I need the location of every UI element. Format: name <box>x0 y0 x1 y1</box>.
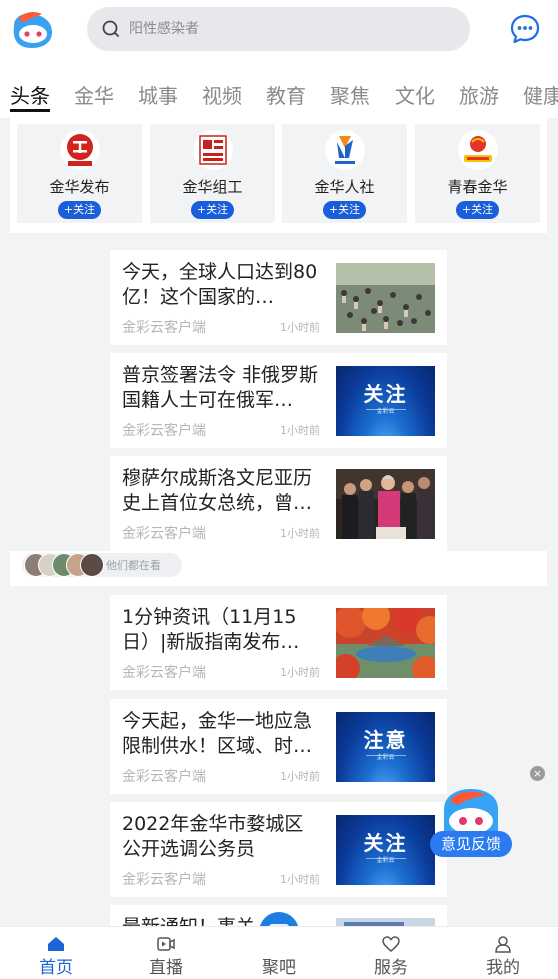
search-bar[interactable] <box>87 7 470 51</box>
message-icon[interactable] <box>509 13 541 45</box>
news-card[interactable]: 1分钟资讯（11月15日）|新版指南发布… 金彩云客户端 1小时前 <box>110 595 447 690</box>
account-recommendations: 金华发布 +关注 金华组工 +关注 金华人社 +关注 青春金华 +关注 <box>10 114 547 233</box>
avatar <box>80 553 104 577</box>
mascot-icon <box>444 789 498 837</box>
news-time: 1小时前 <box>280 527 320 540</box>
news-title: 今天起，金华一地应急限制供水！区域、时… <box>122 710 313 757</box>
follow-button[interactable]: +关注 <box>191 201 234 219</box>
news-card[interactable]: 普京签署法令 非俄罗斯国籍人士可在俄军… 金彩云客户端 1小时前 关注 金彩云 <box>110 353 447 448</box>
jinhua-zugong-logo-icon <box>199 135 227 165</box>
news-title: 2022年金华市婺城区公开选调公务员 <box>122 813 304 860</box>
news-title: 穆萨尔成斯洛文尼亚历史上首位女总统，曾… <box>122 467 313 514</box>
thumbnail-brand: 金彩云 <box>376 408 395 415</box>
thumbnail-caption: 关注 <box>363 831 408 855</box>
feedback-float-button[interactable]: 意见反馈 <box>428 787 514 862</box>
active-tab-indicator <box>10 109 50 112</box>
news-time: 1小时前 <box>280 666 320 679</box>
news-thumbnail: 关注 金彩云 <box>336 366 435 436</box>
user-icon <box>495 936 511 953</box>
account-logo <box>193 130 233 170</box>
tab-video[interactable]: 视频 <box>202 80 242 109</box>
thumbnail-caption: 注意 <box>363 728 408 752</box>
app-screen: 头条 金华 城事 视频 教育 聚焦 文化 旅游 健康 金华发布 <box>0 0 558 979</box>
search-input[interactable] <box>129 21 429 37</box>
channel-tabs: 头条 金华 城事 视频 教育 聚焦 文化 旅游 健康 <box>0 80 558 114</box>
news-thumbnail <box>336 263 435 333</box>
news-title: 普京签署法令 非俄罗斯国籍人士可在俄军… <box>122 364 319 411</box>
home-icon <box>48 937 64 951</box>
account-card-qingchun-jinhua[interactable]: 青春金华 +关注 <box>415 124 540 223</box>
follow-button[interactable]: +关注 <box>58 201 101 219</box>
thumbnail-brand: 金彩云 <box>376 754 395 761</box>
jinhua-renshe-logo-icon <box>335 136 355 164</box>
heart-icon <box>382 936 400 952</box>
news-time: 1小时前 <box>280 424 320 437</box>
account-name: 金华人社 <box>314 178 375 196</box>
nav-label: 直播 <box>149 958 183 978</box>
news-source: 金彩云客户端 <box>122 665 206 681</box>
news-card[interactable]: 穆萨尔成斯洛文尼亚历史上首位女总统，曾… 金彩云客户端 1小时前 <box>110 456 447 551</box>
tab-education[interactable]: 教育 <box>266 80 306 109</box>
nav-label: 服务 <box>374 958 408 978</box>
account-logo <box>458 130 498 170</box>
nav-mine[interactable]: 我的 <box>447 927 558 979</box>
news-source: 金彩云客户端 <box>122 320 206 336</box>
news-source: 金彩云客户端 <box>122 872 206 888</box>
nav-label: 我的 <box>486 958 520 978</box>
nav-service[interactable]: 服务 <box>335 927 447 979</box>
news-time: 1小时前 <box>280 770 320 783</box>
qingchun-jinhua-logo-icon <box>464 136 492 162</box>
thumbnail-brand: 金彩云 <box>376 857 395 864</box>
news-source: 金彩云客户端 <box>122 526 206 542</box>
others-watching-strip[interactable]: 他们都在看 <box>10 551 547 586</box>
news-card[interactable]: 今天，全球人口达到80亿！这个国家的… 金彩云客户端 1小时前 <box>110 250 447 345</box>
feedback-label: 意见反馈 <box>430 831 512 857</box>
tab-city[interactable]: 城事 <box>138 80 178 109</box>
news-thumbnail <box>336 608 435 678</box>
account-logo <box>325 130 365 170</box>
account-card-jinhua-zugong[interactable]: 金华组工 +关注 <box>150 124 275 223</box>
jinhua-fabu-logo-icon <box>67 134 93 166</box>
account-name: 金华组工 <box>182 178 243 196</box>
follow-button[interactable]: +关注 <box>456 201 499 219</box>
search-icon <box>102 20 119 37</box>
news-time: 1小时前 <box>280 873 320 886</box>
top-header: 头条 金华 城事 视频 教育 聚焦 文化 旅游 健康 <box>0 0 558 118</box>
thumbnail-caption: 关注 <box>363 382 408 406</box>
bottom-nav: 首页 直播 聚吧 服务 我的 <box>0 926 558 979</box>
app-logo-icon[interactable] <box>8 10 56 50</box>
nav-live[interactable]: 直播 <box>110 927 222 979</box>
account-card-jinhua-fabu[interactable]: 金华发布 +关注 <box>17 124 142 223</box>
news-card[interactable]: 2022年金华市婺城区公开选调公务员 金彩云客户端 1小时前 关注 金彩云 <box>110 802 447 897</box>
news-title: 1分钟资讯（11月15日）|新版指南发布… <box>122 606 300 653</box>
tab-toutiao[interactable]: 头条 <box>10 80 50 109</box>
nav-home[interactable]: 首页 <box>0 927 112 979</box>
close-feedback-button[interactable]: × <box>530 766 545 781</box>
tab-jinhua[interactable]: 金华 <box>74 80 114 109</box>
news-time: 1小时前 <box>280 321 320 334</box>
news-thumbnail: 关注 金彩云 <box>336 815 435 885</box>
account-name: 金华发布 <box>49 178 110 196</box>
tab-health[interactable]: 健康 <box>523 80 558 109</box>
account-name: 青春金华 <box>447 178 508 196</box>
news-card[interactable]: 今天起，金华一地应急限制供水！区域、时… 金彩云客户端 1小时前 注意 金彩云 <box>110 699 447 794</box>
tab-focus[interactable]: 聚焦 <box>330 80 370 109</box>
news-title: 今天，全球人口达到80亿！这个国家的… <box>122 261 318 308</box>
nav-juba[interactable]: 聚吧 <box>223 927 335 979</box>
account-card-jinhua-renshe[interactable]: 金华人社 +关注 <box>282 124 407 223</box>
news-source: 金彩云客户端 <box>122 423 206 439</box>
news-thumbnail <box>336 469 435 539</box>
nav-label: 聚吧 <box>262 958 296 978</box>
video-icon <box>157 937 175 951</box>
watching-label: 他们都在看 <box>106 559 161 572</box>
news-thumbnail: 注意 金彩云 <box>336 712 435 782</box>
follow-button[interactable]: +关注 <box>323 201 366 219</box>
account-logo <box>60 130 100 170</box>
tab-travel[interactable]: 旅游 <box>459 80 499 109</box>
news-source: 金彩云客户端 <box>122 769 206 785</box>
tab-culture[interactable]: 文化 <box>395 80 435 109</box>
nav-label: 首页 <box>39 958 73 978</box>
